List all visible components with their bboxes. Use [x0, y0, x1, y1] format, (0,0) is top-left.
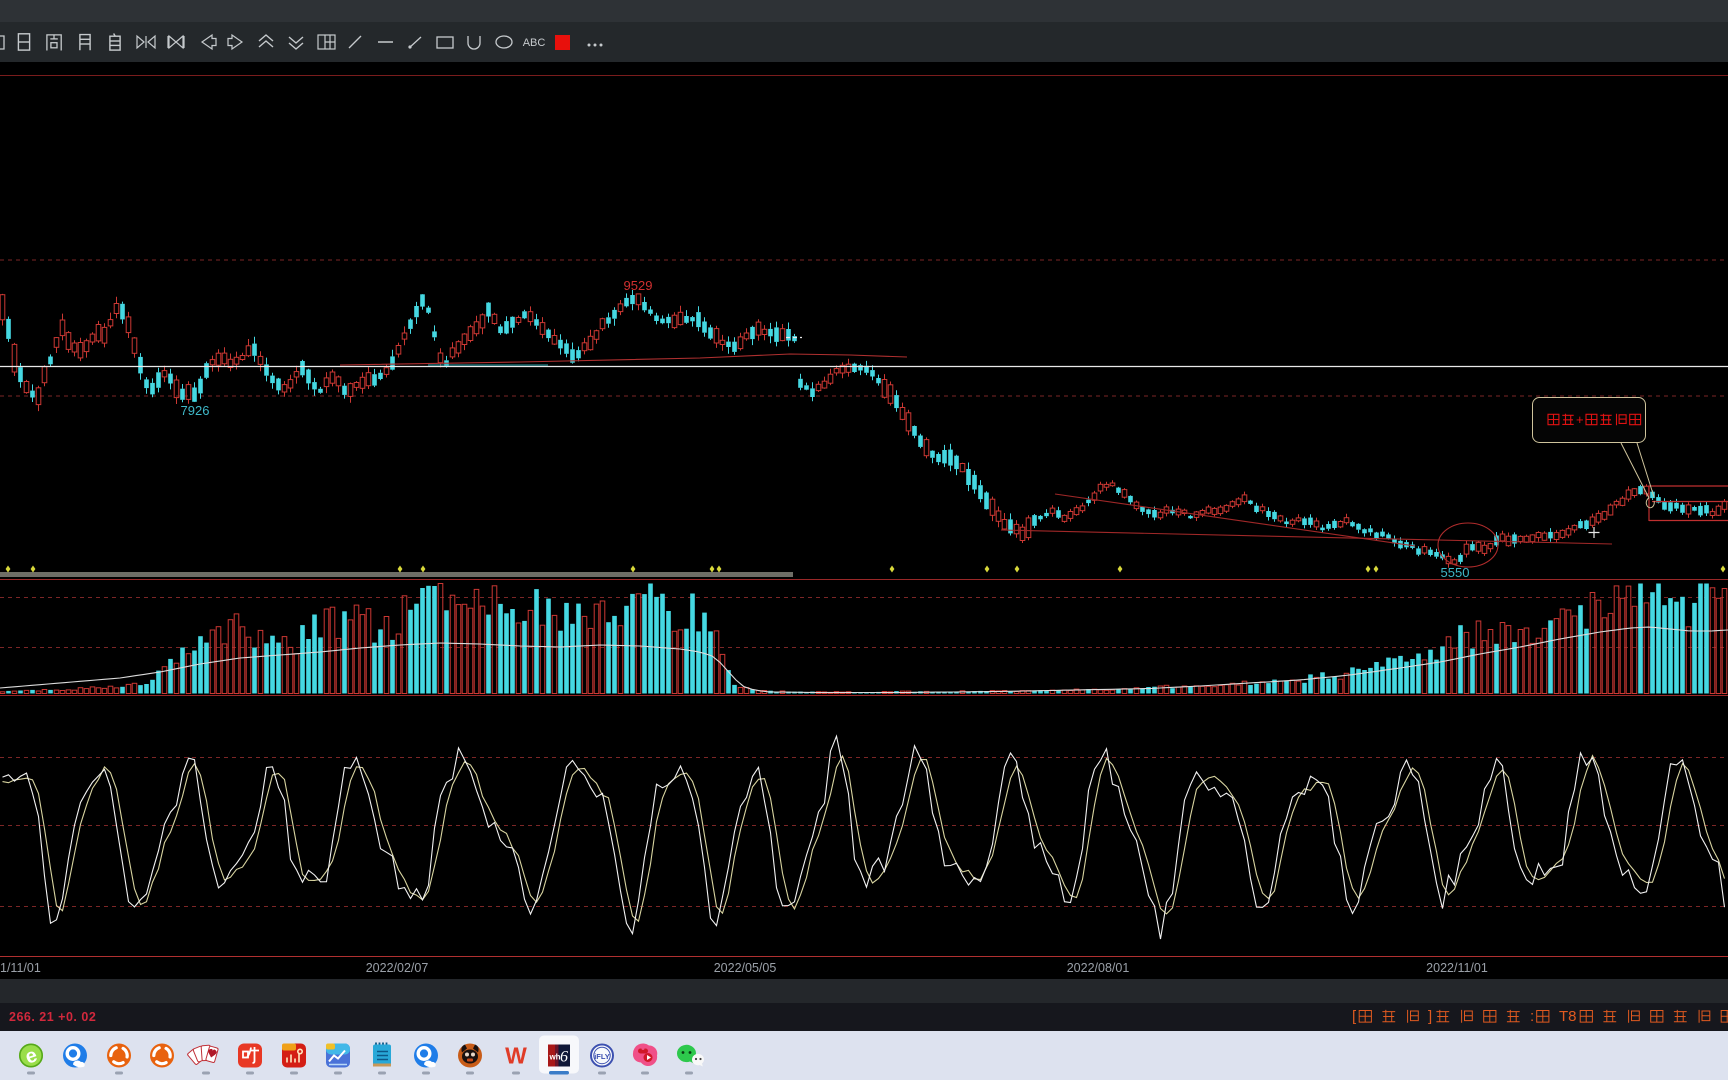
svg-text:W: W — [505, 1043, 527, 1069]
svg-text:]: ] — [1428, 1008, 1432, 1025]
svg-text:ABC: ABC — [523, 37, 546, 49]
svg-text:266. 21 +0. 02: 266. 21 +0. 02 — [9, 1010, 96, 1024]
svg-text::: : — [1530, 1008, 1534, 1025]
svg-text:2022/08/01: 2022/08/01 — [1067, 961, 1130, 975]
svg-text:7926: 7926 — [181, 403, 210, 418]
svg-text:5550: 5550 — [1441, 565, 1470, 580]
svg-text:9529: 9529 — [624, 278, 653, 293]
svg-text:+: + — [1576, 412, 1584, 427]
svg-text:2022/05/05: 2022/05/05 — [714, 961, 777, 975]
svg-text:1/11/01: 1/11/01 — [0, 961, 41, 975]
svg-text:wh: wh — [548, 1053, 560, 1062]
svg-text:iFLY: iFLY — [594, 1052, 610, 1061]
svg-text:2022/02/07: 2022/02/07 — [366, 961, 429, 975]
svg-text:6: 6 — [560, 1049, 568, 1066]
svg-text:T8: T8 — [1559, 1008, 1577, 1025]
svg-text:2022/11/01: 2022/11/01 — [1426, 961, 1488, 975]
